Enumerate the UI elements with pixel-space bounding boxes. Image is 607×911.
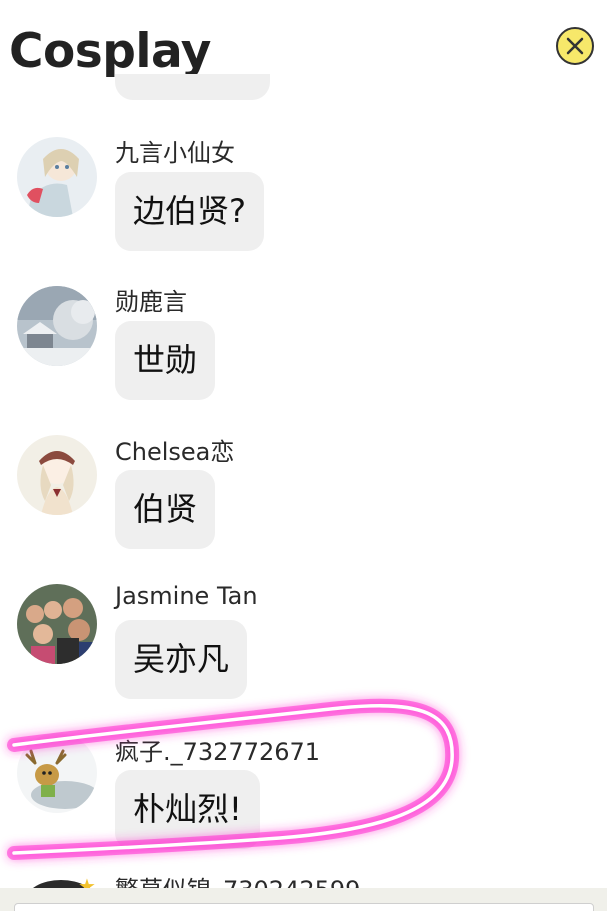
username[interactable]: 疯子._732772671 (115, 732, 320, 767)
anime-hat-girl-avatar-icon (17, 435, 97, 515)
moose-cartoon-avatar-icon (17, 733, 97, 813)
avatar[interactable] (17, 137, 97, 217)
message-bubble[interactable]: 世勋 (115, 321, 216, 400)
avatar[interactable] (17, 435, 97, 515)
message-bubble[interactable]: 吴亦凡 (115, 620, 248, 699)
group-photo-avatar-icon (17, 584, 97, 664)
close-icon (566, 37, 584, 55)
username[interactable]: Chelsea恋 (115, 432, 234, 467)
anime-girl-avatar-icon (17, 137, 97, 217)
username[interactable]: Jasmine Tan (115, 582, 258, 610)
close-button[interactable] (556, 27, 594, 65)
message-bubble[interactable]: 朴灿烈! (115, 770, 260, 849)
message-bubble[interactable]: 伯贤 (115, 470, 216, 549)
snowy-house-avatar-icon (17, 286, 97, 366)
avatar[interactable] (17, 286, 97, 366)
message-input[interactable] (14, 903, 594, 911)
username[interactable]: 勋鹿言 (115, 282, 187, 317)
username[interactable]: 九言小仙女 (115, 133, 235, 168)
message-bubble[interactable]: 边伯贤? (115, 172, 264, 251)
header: Cosplay (0, 0, 607, 100)
page-title: Cosplay (9, 24, 211, 79)
avatar[interactable] (17, 584, 97, 664)
avatar[interactable] (17, 733, 97, 813)
previous-message-bubble (115, 74, 270, 100)
